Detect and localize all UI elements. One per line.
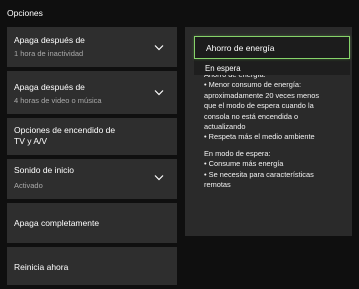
setting-label-line-1: Opciones de encendido de: [14, 125, 116, 135]
power-mode-description: Ahorro de energía: • Menor consumo de en…: [204, 70, 352, 190]
option-label: Ahorro de energía: [206, 43, 275, 53]
page-title: Opciones: [7, 8, 43, 18]
setting-tv-av-power-options[interactable]: Opciones de encendido de TV y A/V: [7, 118, 177, 155]
button-label: Reinicia ahora: [14, 262, 69, 272]
settings-list: Apaga después de 1 hora de inactividad A…: [7, 27, 177, 289]
info-line: que el modo de espera cuando la: [204, 101, 314, 111]
restart-now-button[interactable]: Reinicia ahora: [7, 247, 177, 285]
setting-label-line-2: TV y A/V: [14, 136, 48, 146]
info-line: aproximadamente 20 veces menos: [204, 90, 320, 100]
info-line: En modo de espera:: [204, 148, 271, 158]
chevron-down-icon: [154, 45, 164, 51]
setting-startup-sound[interactable]: Sonido de inicio Activado: [7, 159, 177, 199]
info-line: • Menor consumo de energía:: [204, 80, 302, 90]
info-line: consola no está encendida o: [204, 111, 299, 121]
setting-value: 4 horas de video o música: [14, 96, 102, 105]
setting-label: Apaga después de: [14, 82, 85, 92]
info-line: actualizando: [204, 122, 246, 132]
setting-value: 1 hora de inactividad: [14, 49, 84, 58]
option-standby[interactable]: En espera: [205, 64, 241, 73]
chevron-down-icon: [154, 90, 164, 96]
info-line: • Respeta más el medio ambiente: [204, 132, 315, 142]
setting-shutdown-after-media[interactable]: Apaga después de 4 horas de video o músi…: [7, 71, 177, 114]
power-mode-dropdown[interactable]: Ahorro de energía En espera: [194, 36, 350, 75]
info-line: remotas: [204, 180, 231, 190]
chevron-down-icon: [154, 175, 164, 181]
option-energy-saver[interactable]: Ahorro de energía: [194, 36, 350, 59]
setting-label: Apaga después de: [14, 35, 85, 45]
info-line: • Consume más energía: [204, 159, 284, 169]
shutdown-completely-button[interactable]: Apaga completamente: [7, 203, 177, 243]
info-line: • Se necesita para características: [204, 169, 314, 179]
setting-label: Sonido de inicio: [14, 165, 75, 175]
setting-value: Activado: [14, 181, 43, 190]
setting-shutdown-after-idle[interactable]: Apaga después de 1 hora de inactividad: [7, 27, 177, 67]
button-label: Apaga completamente: [14, 218, 100, 228]
